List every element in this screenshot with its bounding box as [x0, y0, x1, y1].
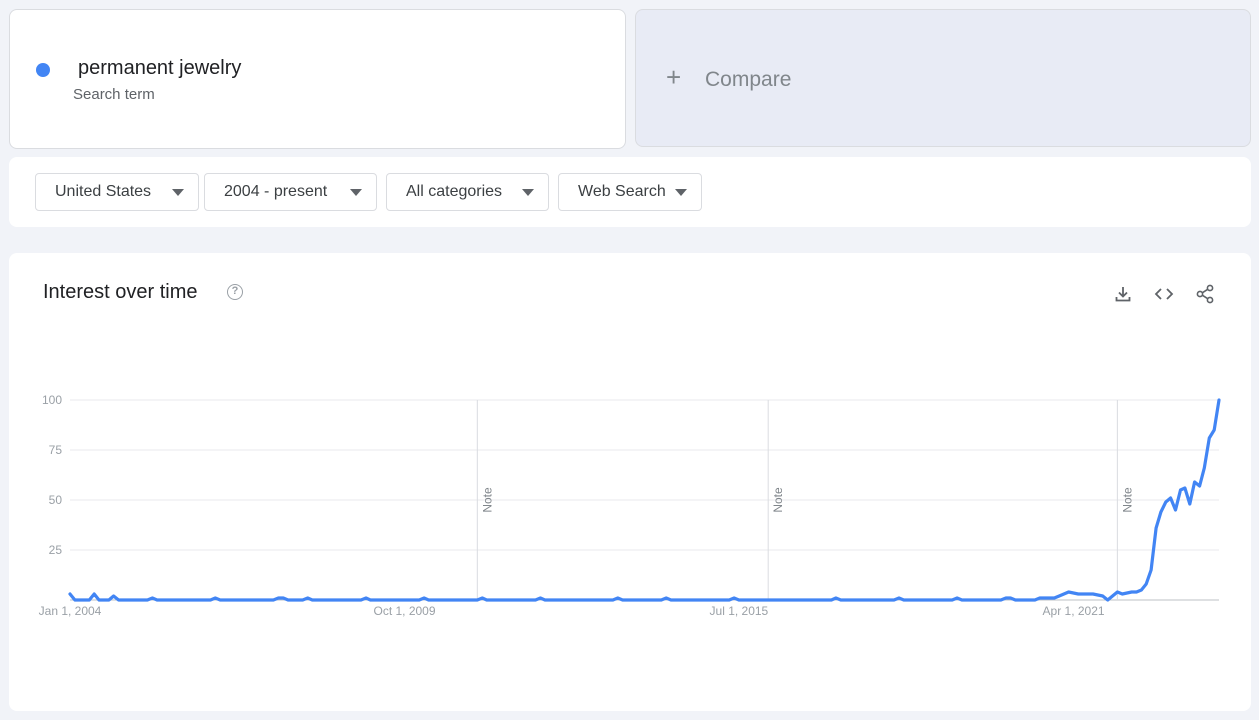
period-filter-dropdown[interactable]: 2004 - present: [204, 173, 377, 211]
series-color-dot: [36, 63, 50, 77]
caret-down-icon: [522, 189, 534, 196]
caret-down-icon: [350, 189, 362, 196]
y-tick-label: 25: [49, 543, 63, 557]
caret-down-icon: [172, 189, 184, 196]
search-term-name[interactable]: permanent jewelry: [78, 57, 241, 80]
plus-icon: +: [666, 62, 682, 92]
category-filter-label: All categories: [406, 183, 503, 200]
y-tick-label: 75: [49, 443, 63, 457]
interest-over-time-card: Interest over time ? 100 75 50 25 Note Note No…: [9, 253, 1251, 711]
region-filter-label: United States: [55, 183, 152, 200]
compare-button[interactable]: + Compare: [635, 9, 1251, 147]
period-filter-label: 2004 - present: [224, 183, 328, 200]
caret-down-icon: [675, 189, 687, 196]
note-label: Note: [1120, 487, 1134, 513]
search-type-filter-dropdown[interactable]: Web Search: [558, 173, 702, 211]
x-tick-label: Jul 1, 2015: [710, 604, 769, 618]
region-filter-dropdown[interactable]: United States: [35, 173, 199, 211]
compare-label: Compare: [705, 68, 792, 91]
x-tick-label: Apr 1, 2021: [1043, 604, 1105, 618]
search-term-subtitle: Search term: [73, 86, 155, 103]
filter-bar: United States 2004 - present All categor…: [9, 157, 1251, 227]
interest-line-chart: 100 75 50 25 Note Note Note Jan 1, 2004 Oct 1, 2…: [39, 393, 1221, 618]
note-label: Note: [480, 487, 494, 513]
note-label: Note: [771, 487, 785, 513]
x-tick-label: Jan 1, 2004: [39, 604, 102, 618]
search-term-card[interactable]: permanent jewelry Search term: [9, 9, 626, 149]
y-tick-label: 50: [49, 493, 63, 507]
category-filter-dropdown[interactable]: All categories: [386, 173, 549, 211]
search-type-filter-label: Web Search: [578, 183, 666, 200]
y-tick-label: 100: [42, 393, 62, 407]
x-tick-label: Oct 1, 2009: [373, 604, 435, 618]
